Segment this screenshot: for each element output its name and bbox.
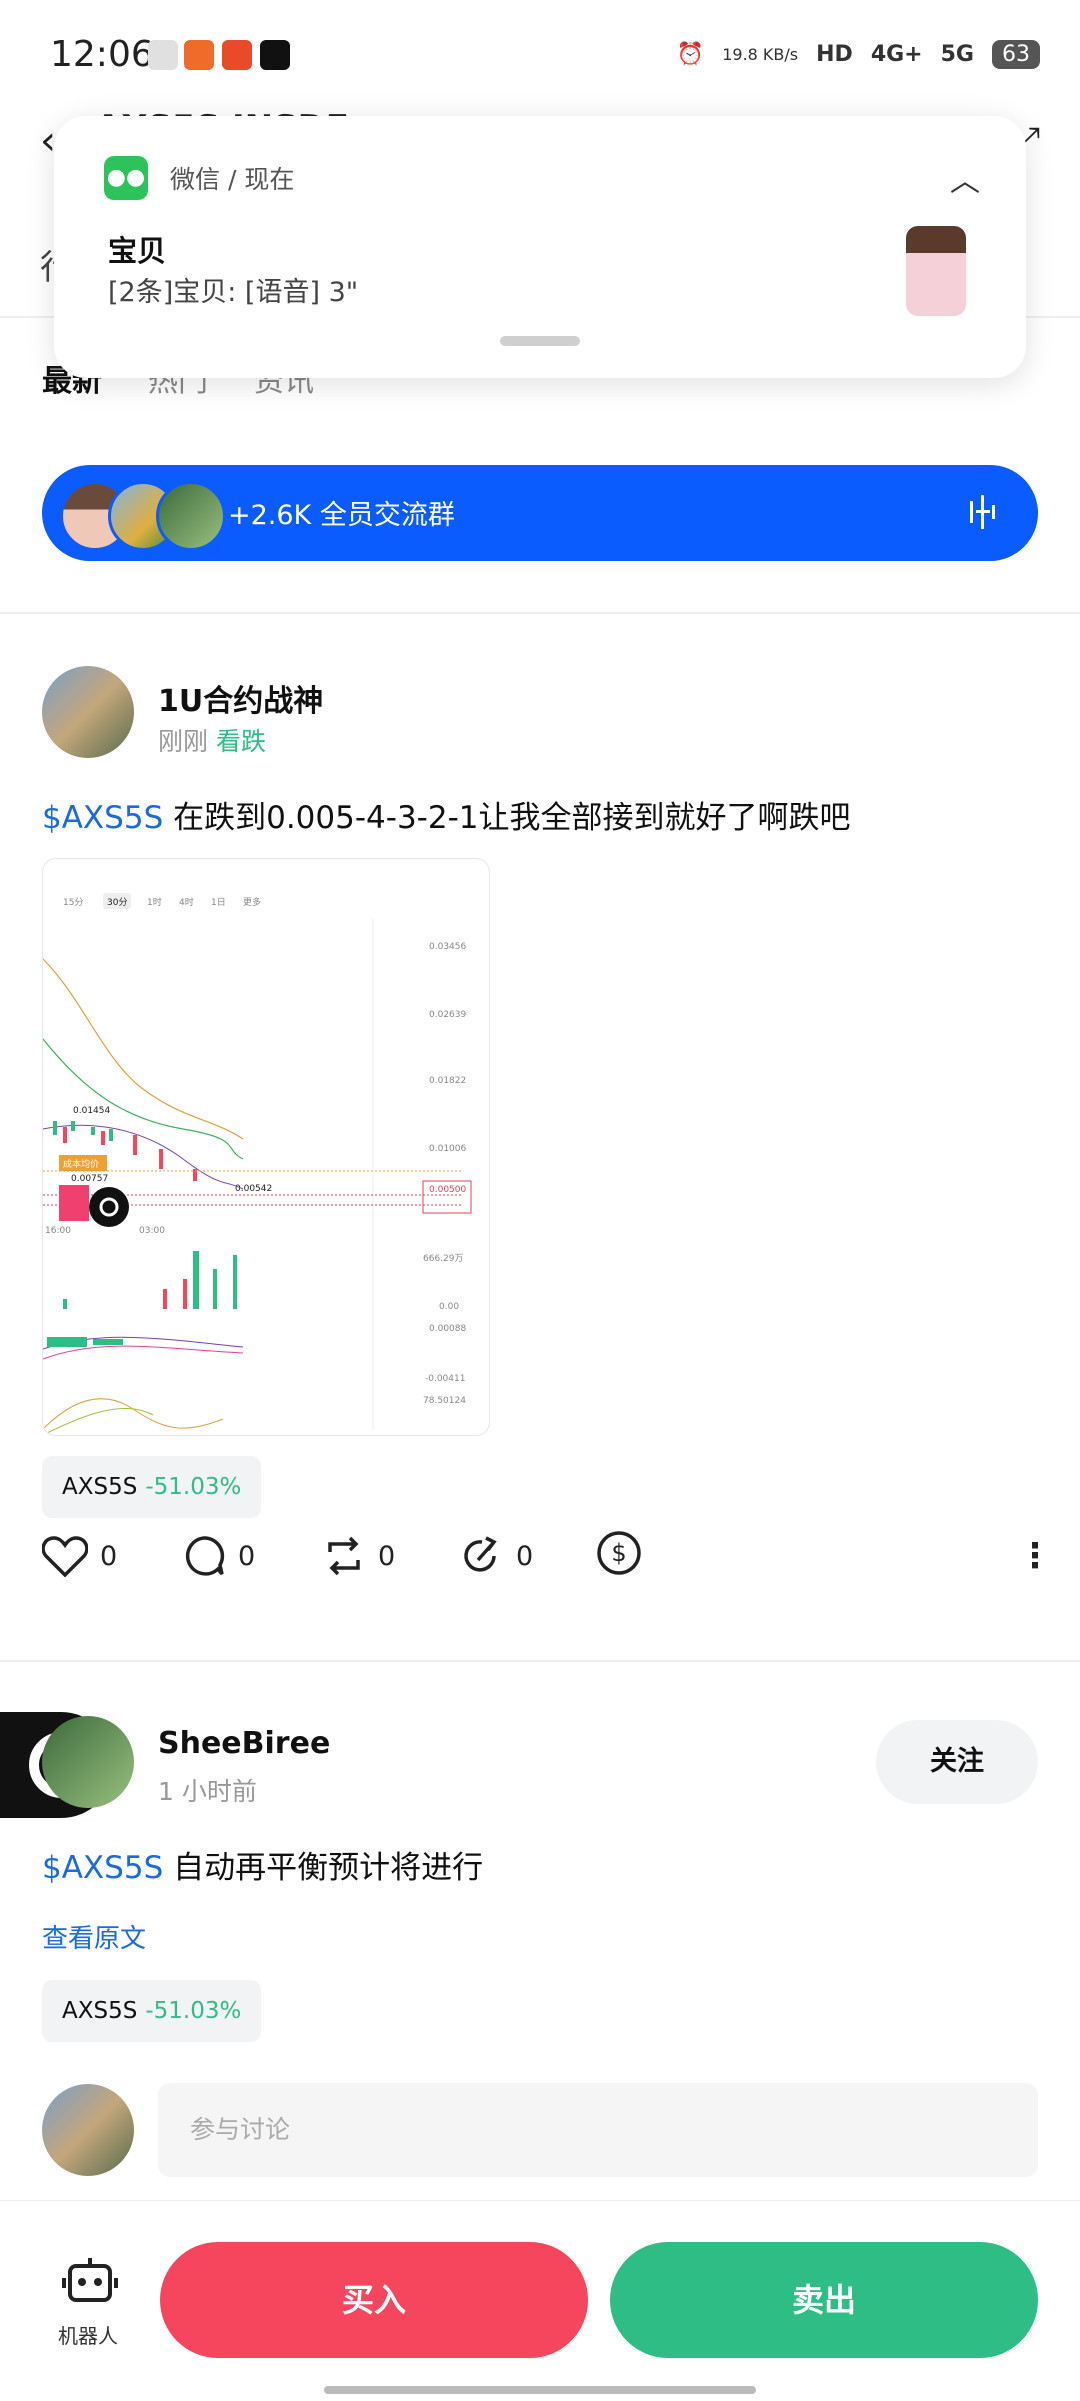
- chart-tab: 1时: [147, 896, 162, 908]
- price-label: 0.00500: [429, 1185, 466, 1195]
- chart-marker: 0.00542: [235, 1184, 272, 1194]
- like-button[interactable]: 0: [42, 1535, 117, 1577]
- view-original-link[interactable]: 查看原文: [42, 1918, 146, 1955]
- time-label: 16:00: [45, 1226, 71, 1236]
- post-time: 1 小时前: [158, 1777, 257, 1806]
- group-banner-text: +2.6K 全员交流群: [228, 500, 455, 531]
- svg-text:$: $: [611, 1539, 626, 1567]
- comment-input[interactable]: 参与讨论: [158, 2083, 1038, 2177]
- signal-5g: 5G: [940, 42, 974, 67]
- wechat-notification[interactable]: ●● 微信 / 现在 ︿ 宝贝 [2条]宝贝: [语音] 3": [54, 116, 1026, 378]
- comment-icon: [185, 1536, 225, 1576]
- macd-label: -0.00411: [425, 1374, 465, 1384]
- notification-body: [2条]宝贝: [语音] 3": [108, 277, 359, 308]
- ticker-tag[interactable]: $AXS5S: [42, 1850, 163, 1886]
- share-button[interactable]: 0: [460, 1534, 533, 1578]
- robot-icon[interactable]: [60, 2256, 120, 2308]
- chart-marker: 0.01454: [73, 1106, 110, 1116]
- more-options-icon[interactable]: ⋮: [1018, 1539, 1052, 1573]
- chip-change: -51.03%: [145, 1474, 242, 1500]
- user-avatar[interactable]: [42, 666, 134, 758]
- app-status-icon: [222, 40, 252, 70]
- member-avatar: [156, 481, 226, 551]
- chart-marker: 0.00757: [71, 1174, 108, 1184]
- post-body: 自动再平衡预计将进行: [163, 1850, 484, 1886]
- post-image-chart[interactable]: 15分 30分 1时 4时 1日 更多 0.03456 0.02639 0.01…: [42, 858, 490, 1436]
- like-count: 0: [100, 1540, 118, 1572]
- chart-tab: 4时: [179, 896, 194, 908]
- hd-icon: HD: [816, 42, 853, 67]
- comment-button[interactable]: 0: [182, 1534, 255, 1578]
- notification-source: 微信 / 现在: [170, 165, 295, 194]
- drag-handle[interactable]: [500, 336, 580, 346]
- sender-avatar: [906, 226, 966, 316]
- status-right: ⏰ 19.8 KB/s HD 4G+ 5G 63: [677, 40, 1040, 69]
- net-speed: 19.8 KB/s: [722, 45, 799, 64]
- home-indicator[interactable]: [324, 2386, 756, 2394]
- ticker-chip[interactable]: AXS5S -51.03%: [42, 1980, 262, 2042]
- share-icon: [464, 1536, 497, 1572]
- post-meta: 刚刚 看跌: [158, 722, 266, 758]
- sentiment-badge: 看跌: [216, 727, 267, 756]
- dollar-coin-icon: $: [597, 1530, 641, 1575]
- share-count: 0: [516, 1540, 534, 1572]
- post-time: 刚刚: [158, 727, 209, 756]
- robot-label[interactable]: 机器人: [58, 2320, 118, 2349]
- repost-button[interactable]: 0: [322, 1534, 395, 1578]
- chart-tab: 15分: [63, 897, 83, 908]
- price-label: 0.02639: [429, 1010, 466, 1020]
- vol-label: 666.29万: [423, 1254, 464, 1264]
- app-status-icon: [184, 40, 214, 70]
- post-text: $AXS5S 自动再平衡预计将进行: [42, 1842, 483, 1887]
- tiktok-status-icon: [260, 40, 290, 70]
- cost-label: 成本均价: [63, 1158, 99, 1170]
- time-label: 03:00: [139, 1226, 165, 1236]
- wechat-status-icon: [148, 40, 178, 70]
- repost-icon: [328, 1536, 360, 1576]
- post-text: $AXS5S 在跌到0.005-4-3-2-1让我全部接到就好了啊跌吧: [42, 792, 851, 837]
- post-username[interactable]: SheeBiree: [158, 1726, 330, 1761]
- status-bar: 12:06 ⏰ 19.8 KB/s HD 4G+ 5G 63: [0, 0, 1080, 110]
- heart-icon: [42, 1536, 88, 1577]
- price-label: 0.01822: [429, 1076, 466, 1086]
- status-time: 12:06: [50, 34, 154, 75]
- sell-button[interactable]: 卖出: [610, 2242, 1038, 2358]
- group-chat-banner[interactable]: +2.6K 全员交流群: [42, 465, 1038, 561]
- chip-change: -51.03%: [145, 1998, 242, 2024]
- vol-label: 0.00: [439, 1302, 459, 1312]
- ticker-tag[interactable]: $AXS5S: [42, 800, 163, 836]
- price-label: 0.03456: [429, 942, 466, 952]
- buy-button[interactable]: 买入: [160, 2242, 588, 2358]
- post-username[interactable]: 1U合约战神: [158, 676, 323, 720]
- notification-title: 宝贝: [108, 234, 167, 268]
- audio-bars-icon: [968, 495, 998, 529]
- chip-symbol: AXS5S: [62, 1474, 138, 1500]
- signal-4g: 4G+: [870, 42, 923, 67]
- macd-label: 78.50124: [423, 1396, 466, 1406]
- battery-icon: 63: [992, 40, 1040, 69]
- macd-label: 0.00088: [429, 1324, 466, 1334]
- wechat-icon: ●●: [104, 156, 148, 200]
- chart-tab: 30分: [107, 897, 127, 908]
- tip-button[interactable]: $: [596, 1530, 642, 1583]
- follow-button[interactable]: 关注: [876, 1720, 1038, 1804]
- chevron-up-icon[interactable]: ︿: [950, 156, 980, 200]
- alarm-icon: ⏰: [676, 42, 705, 67]
- chip-symbol: AXS5S: [62, 1998, 138, 2024]
- my-avatar: [42, 2084, 134, 2176]
- ticker-chip[interactable]: AXS5S -51.03%: [42, 1456, 262, 1518]
- divider: [0, 1660, 1080, 1662]
- comment-count: 0: [238, 1540, 256, 1572]
- chart-tab: 1日: [211, 897, 226, 908]
- divider: [0, 612, 1080, 614]
- repost-count: 0: [378, 1540, 396, 1572]
- chart-tab: 更多: [243, 896, 261, 908]
- post-body: 在跌到0.005-4-3-2-1让我全部接到就好了啊跌吧: [163, 800, 851, 836]
- user-avatar[interactable]: [42, 1716, 134, 1808]
- price-label: 0.01006: [429, 1144, 466, 1154]
